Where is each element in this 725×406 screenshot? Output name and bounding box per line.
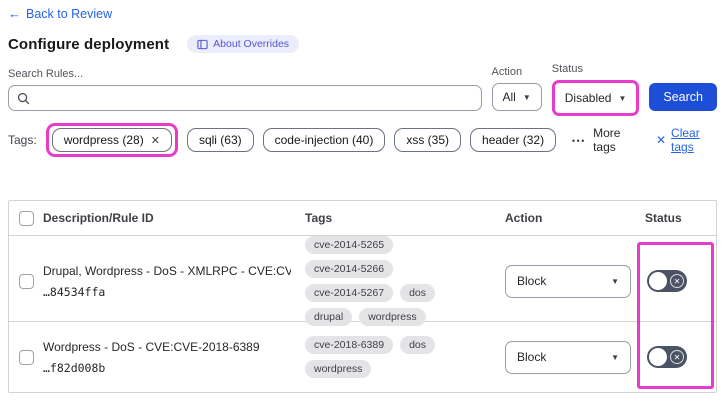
action-filter-value: All: [502, 90, 516, 104]
toggle-knob: [649, 272, 667, 290]
rule-tag-chip: wordpress: [305, 360, 372, 378]
rule-action-select[interactable]: Block ▼: [505, 340, 631, 374]
tag-filter-header[interactable]: header (32): [470, 128, 557, 152]
search-rules-label: Search Rules...: [8, 68, 84, 80]
column-action: Action: [505, 211, 543, 225]
rule-status-toggle-off[interactable]: ✕: [647, 270, 687, 292]
search-icon: [17, 92, 30, 105]
configure-deployment-page: ← Back to Review Configure deployment Ab…: [0, 0, 725, 406]
selected-tag-highlight: wordpress (28) ✕: [45, 123, 178, 157]
toggle-off-x-icon: ✕: [670, 350, 684, 364]
caret-down-icon: ▼: [611, 352, 619, 362]
clear-tags-label: Clear tags: [671, 126, 700, 154]
filter-row: Search Rules... Action All ▼ Status Disa…: [8, 63, 717, 116]
status-filter-highlight: Disabled ▼: [551, 80, 640, 116]
clear-tags-button[interactable]: ✕ Clear tags: [656, 126, 717, 154]
back-link-label: Back to Review: [26, 6, 113, 21]
status-filter-label: Status: [551, 63, 583, 75]
tag-filter-code-injection[interactable]: code-injection (40): [262, 128, 386, 152]
page-title: Configure deployment: [8, 35, 170, 53]
rule-action-value: Block: [517, 274, 547, 288]
rule-id: …84534ffa: [43, 284, 106, 299]
column-tags: Tags: [305, 211, 333, 225]
row-checkbox[interactable]: [18, 349, 34, 365]
clear-x-icon: ✕: [655, 133, 667, 147]
book-icon: [197, 39, 208, 50]
back-to-review-link[interactable]: ← Back to Review: [8, 6, 112, 21]
rule-tag-chip: wordpress: [359, 308, 426, 326]
tag-filter-wordpress[interactable]: wordpress (28) ✕: [51, 128, 172, 152]
rule-status-toggle-off[interactable]: ✕: [647, 346, 687, 368]
caret-down-icon: ▼: [611, 276, 619, 286]
caret-down-icon: ▼: [522, 92, 531, 102]
rule-tag-chip: dos: [400, 336, 435, 354]
rule-tag-chip: cve-2014-5265: [305, 236, 394, 254]
more-tags-label: More tags: [593, 126, 621, 154]
remove-tag-icon[interactable]: ✕: [151, 134, 160, 147]
rule-tag-chip: cve-2018-6389: [305, 336, 394, 354]
tags-filter-bar: Tags: wordpress (28) ✕ sqli (63) code-in…: [8, 123, 717, 157]
rule-tag-chip: cve-2014-5267: [305, 284, 394, 302]
search-rules-input[interactable]: [36, 91, 473, 105]
about-overrides-badge[interactable]: About Overrides: [187, 35, 300, 53]
more-tags-button[interactable]: ⋯ More tags: [571, 126, 637, 154]
toggle-knob: [649, 348, 667, 366]
table-row: Wordpress - DoS - CVE:CVE-2018-6389 …f82…: [9, 322, 716, 392]
back-arrow-icon: ←: [8, 6, 21, 21]
action-filter-label: Action: [491, 66, 523, 78]
rule-id: …f82d008b: [43, 360, 106, 375]
caret-down-icon: ▼: [618, 93, 627, 103]
tag-filter-xss[interactable]: xss (35): [394, 128, 462, 152]
column-description: Description/Rule ID: [43, 211, 154, 225]
rule-tag-chip: dos: [400, 284, 435, 302]
tag-filter-sqli[interactable]: sqli (63): [186, 128, 254, 152]
search-button[interactable]: Search: [649, 83, 717, 111]
column-status: Status: [645, 211, 682, 225]
ellipsis-icon: ⋯: [571, 131, 587, 148]
table-header-row: Description/Rule ID Tags Action Status: [9, 201, 716, 236]
tag-filter-wordpress-label: wordpress (28): [63, 133, 144, 147]
rule-tag-chip: drupal: [305, 308, 353, 326]
tags-label: Tags:: [8, 133, 37, 147]
toggle-off-x-icon: ✕: [670, 274, 684, 288]
rule-description: Wordpress - DoS - CVE:CVE-2018-6389: [43, 339, 260, 354]
status-filter-value: Disabled: [564, 91, 612, 105]
rule-tag-chip: cve-2014-5266: [305, 260, 394, 278]
select-all-checkbox[interactable]: [18, 210, 34, 226]
about-overrides-label: About Overrides: [213, 38, 290, 50]
row-checkbox[interactable]: [18, 273, 34, 289]
action-filter-select[interactable]: All ▼: [491, 83, 542, 111]
rule-action-value: Block: [517, 350, 547, 364]
rule-tags: cve-2014-5265 cve-2014-5266 cve-2014-526…: [305, 236, 505, 326]
rule-action-select[interactable]: Block ▼: [505, 264, 631, 298]
title-row: Configure deployment About Overrides: [8, 35, 717, 53]
rule-description: Drupal, Wordpress - DoS - XMLRPC - CVE:C…: [43, 263, 291, 278]
status-filter-select[interactable]: Disabled ▼: [555, 84, 636, 112]
rules-table: Description/Rule ID Tags Action Status D…: [8, 200, 717, 393]
search-rules-box[interactable]: [8, 85, 482, 111]
table-row: Drupal, Wordpress - DoS - XMLRPC - CVE:C…: [9, 236, 716, 326]
rule-tags: cve-2018-6389 dos wordpress: [305, 336, 505, 378]
